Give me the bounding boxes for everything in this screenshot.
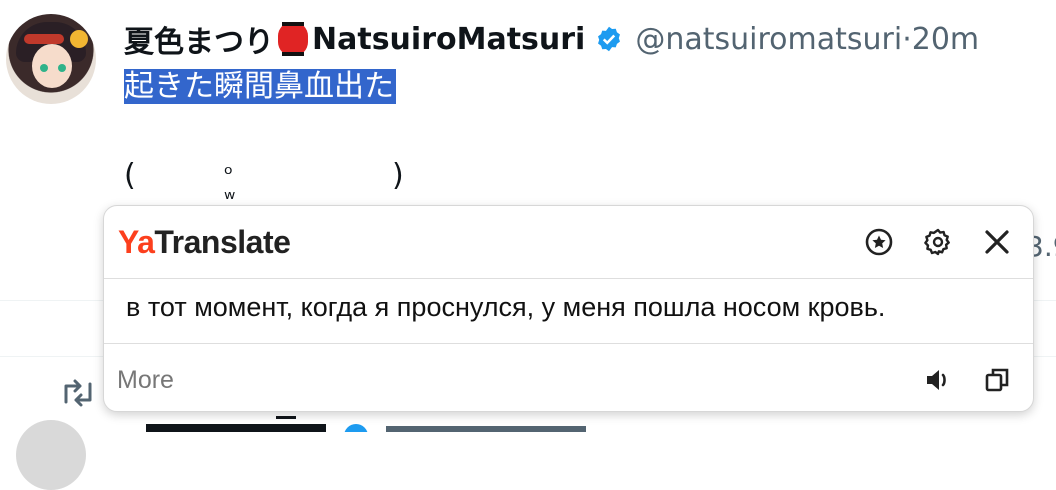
kaomoji-close: ) [392,158,404,193]
author-handle[interactable]: @natsuiromatsuri [635,22,902,57]
translation-text: в тот момент, когда я проснулся, у меня … [126,292,886,322]
verified-badge-icon [598,26,621,52]
ya-translate-logo[interactable]: YaTranslate [118,224,291,261]
close-icon[interactable] [982,227,1012,257]
popup-header: YaTranslate [104,206,1033,279]
favorite-icon[interactable] [864,227,894,257]
kaomoji-line: ( ᵒ ʷ ᵒ ) [124,158,404,237]
next-tweet-header-partial [146,416,626,432]
kaomoji-open: ( [124,158,136,193]
settings-icon[interactable] [923,227,953,257]
author-name[interactable]: 夏色まつり [124,17,274,61]
tweet-text[interactable]: 起きた瞬間鼻血出た [124,66,396,108]
author-avatar[interactable] [6,14,96,104]
translate-popup: YaTranslate в тот момент, когда я просну… [103,205,1034,412]
tweet-header: 夏色まつり NatsuiroMatsuri @natsuiromatsuri ·… [124,17,979,61]
separator-dot: · [902,21,912,57]
copy-icon[interactable] [983,366,1011,394]
retweet-icon [64,379,92,407]
tweet-timestamp[interactable]: 20m [912,22,979,57]
speaker-icon[interactable] [924,366,952,394]
selected-text[interactable]: 起きた瞬間鼻血出た [124,69,396,104]
popup-footer: More [104,343,1033,411]
next-tweet-avatar[interactable] [16,420,86,490]
lantern-emoji-icon [278,22,308,56]
more-link[interactable]: More [117,366,174,395]
author-name-latin[interactable]: NatsuiroMatsuri [312,22,585,57]
